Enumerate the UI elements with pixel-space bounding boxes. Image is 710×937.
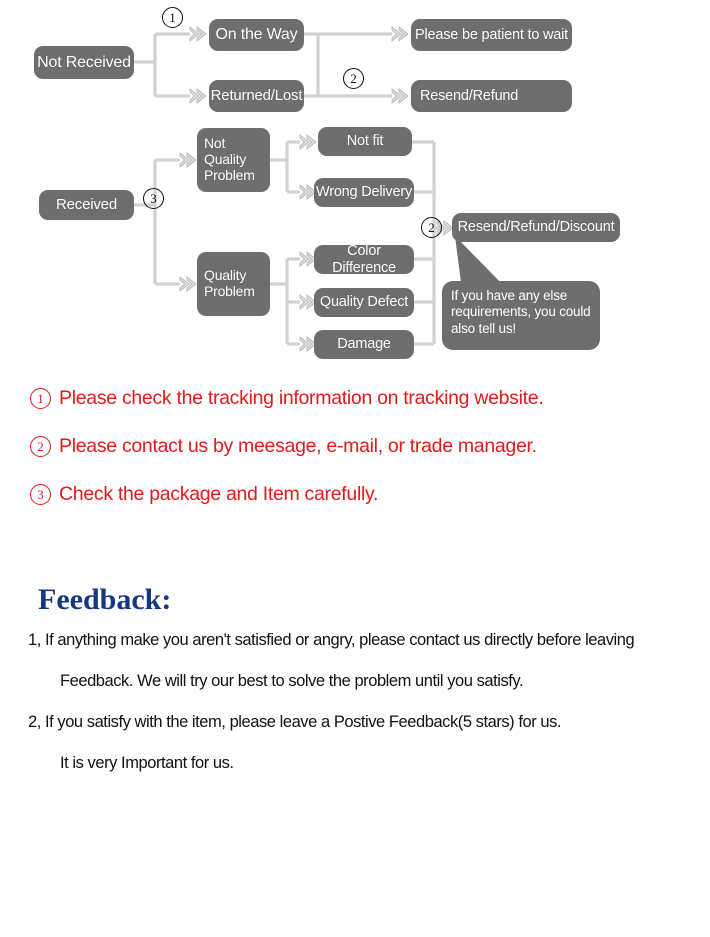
flow-node-label: Quality Defect xyxy=(319,294,409,311)
flow-node-quality-defect: Quality Defect xyxy=(314,288,414,317)
flow-node-label: Damage xyxy=(337,336,391,353)
feedback-lines: 1, If anything make you aren't satisfied… xyxy=(28,631,708,773)
flow-node-quality-problem: Quality Problem xyxy=(197,252,270,316)
circled-number-marker-1: 1 xyxy=(162,7,183,28)
flow-node-patient-wait: Please be patient to wait xyxy=(411,19,572,51)
flow-node-resend-refund-discount: Resend/Refund/Discount xyxy=(452,213,620,242)
note-number-badge: 2 xyxy=(30,435,51,457)
flow-node-not-fit: Not fit xyxy=(318,127,412,156)
flow-node-label: Not Quality Problem xyxy=(204,135,255,183)
flow-node-label: Returned/Lost xyxy=(210,86,303,104)
numbered-notes-list: 1 Please check the tracking information o… xyxy=(30,374,700,518)
flow-node-label: Color Difference xyxy=(332,243,396,276)
circled-number-marker-2-bottom: 2 xyxy=(421,217,442,238)
flow-node-label: Quality Problem xyxy=(204,267,255,299)
note-number-badge: 3 xyxy=(30,483,51,505)
flow-node-label: Resend/Refund/Discount xyxy=(457,219,615,236)
note-row: 3 Check the package and Item carefully. xyxy=(30,470,700,518)
feedback-title: Feedback: xyxy=(38,583,172,616)
note-number-badge: 1 xyxy=(30,387,51,409)
feedback-line: 1, If anything make you aren't satisfied… xyxy=(28,631,635,649)
flow-node-label: Not Received xyxy=(37,53,131,71)
circled-number-marker-2-top: 2 xyxy=(343,68,364,89)
circled-number-marker-3: 3 xyxy=(143,188,164,209)
flow-node-resend-refund: Resend/Refund xyxy=(411,80,572,112)
flow-node-received: Received xyxy=(39,190,134,220)
flow-node-not-received: Not Received xyxy=(34,46,134,79)
flow-node-label: Wrong Delivery xyxy=(315,184,413,201)
flow-node-damage: Damage xyxy=(314,330,414,359)
flow-node-on-the-way: On the Way xyxy=(209,19,304,51)
flow-node-wrong-delivery: Wrong Delivery xyxy=(314,178,414,207)
flow-node-label: Resend/Refund xyxy=(420,87,519,104)
feedback-section: Feedback: 1, If anything make you aren't… xyxy=(28,583,708,795)
note-row: 1 Please check the tracking information o… xyxy=(30,374,700,422)
feedback-line: 2, If you satisfy with the item, please … xyxy=(28,713,562,731)
flow-node-label: Not fit xyxy=(346,133,384,150)
flow-node-label: Please be patient to wait xyxy=(415,26,568,43)
flow-node-not-quality: Not Quality Problem xyxy=(197,128,270,192)
note-text: Check the package and Item carefully. xyxy=(59,482,379,505)
note-text: Please check the tracking information on… xyxy=(59,386,544,409)
note-text: Please contact us by meesage, e-mail, or… xyxy=(59,434,537,457)
flow-node-color-difference: Color Difference xyxy=(314,243,414,276)
feedback-line: It is very Important for us. xyxy=(60,754,234,772)
note-row: 2 Please contact us by meesage, e-mail, o… xyxy=(30,422,700,470)
flowchart-diagram: Not Received On the Way Returned/Lost Pleas… xyxy=(0,0,710,370)
flow-node-label: Received xyxy=(56,195,117,213)
speech-bubble-text: If you have any else requirements, you c… xyxy=(442,281,600,350)
flow-node-label: On the Way xyxy=(215,26,298,44)
flow-node-returned-lost: Returned/Lost xyxy=(209,80,304,112)
feedback-line: Feedback. We will try our best to solve … xyxy=(60,672,524,690)
